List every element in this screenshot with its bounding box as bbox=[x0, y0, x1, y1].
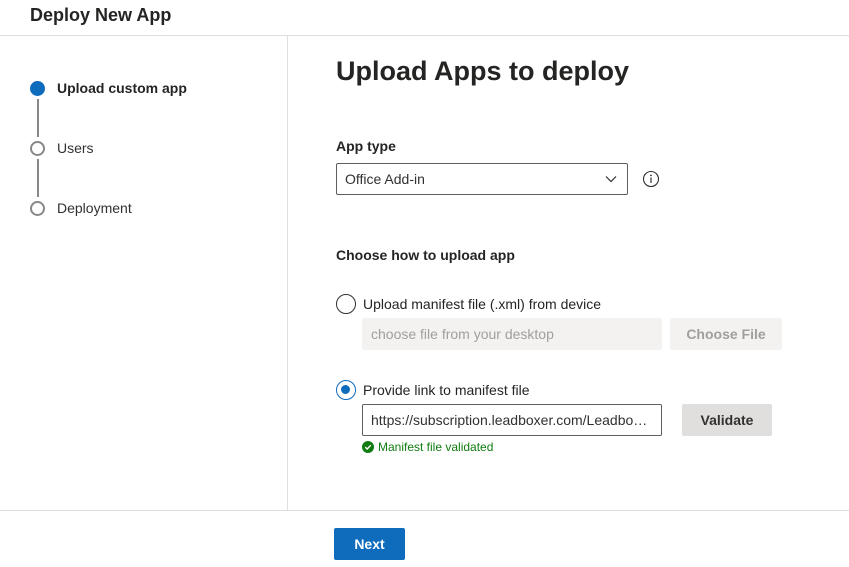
file-path-placeholder: choose file from your desktop bbox=[371, 326, 554, 342]
step-label: Deployment bbox=[57, 200, 132, 216]
step-connector bbox=[36, 159, 39, 197]
radio-provide-link[interactable]: Provide link to manifest file bbox=[336, 380, 530, 400]
radio-button-checked[interactable] bbox=[336, 380, 356, 400]
app-type-label: App type bbox=[336, 138, 396, 154]
step-upload-custom-app: Upload custom app bbox=[30, 78, 187, 98]
check-circle-icon bbox=[362, 441, 374, 453]
radio-upload-file[interactable]: Upload manifest file (.xml) from device bbox=[336, 294, 601, 314]
info-icon[interactable] bbox=[642, 170, 660, 188]
choose-file-button[interactable]: Choose File bbox=[670, 318, 782, 350]
validation-status: Manifest file validated bbox=[362, 440, 493, 454]
manifest-url-value: https://subscription.leadboxer.com/Leadb… bbox=[371, 412, 653, 428]
step-deployment: Deployment bbox=[30, 198, 132, 218]
step-label: Users bbox=[57, 140, 94, 156]
chevron-down-icon bbox=[605, 176, 617, 183]
file-path-input: choose file from your desktop bbox=[362, 318, 662, 350]
validate-button[interactable]: Validate bbox=[682, 404, 772, 436]
step-users: Users bbox=[30, 138, 94, 158]
radio-label: Provide link to manifest file bbox=[363, 382, 530, 398]
step-indicator bbox=[30, 140, 45, 156]
radio-button[interactable] bbox=[336, 294, 356, 314]
steps-panel: Upload custom app Users Deployment bbox=[0, 36, 288, 510]
main-content: Upload Apps to deploy App type Office Ad… bbox=[288, 36, 849, 510]
app-header: Deploy New App bbox=[0, 0, 849, 36]
validation-message: Manifest file validated bbox=[378, 440, 494, 454]
step-active-indicator bbox=[30, 80, 45, 96]
page-title: Upload Apps to deploy bbox=[336, 56, 629, 86]
upload-method-label: Choose how to upload app bbox=[336, 247, 515, 263]
app-type-dropdown[interactable]: Office Add-in bbox=[336, 163, 628, 195]
next-button[interactable]: Next bbox=[334, 528, 405, 560]
step-indicator bbox=[30, 200, 45, 216]
manifest-url-input[interactable]: https://subscription.leadboxer.com/Leadb… bbox=[362, 404, 662, 436]
step-label: Upload custom app bbox=[57, 80, 187, 96]
step-connector bbox=[36, 99, 39, 137]
app-type-selected-value: Office Add-in bbox=[345, 171, 425, 187]
radio-label: Upload manifest file (.xml) from device bbox=[363, 296, 602, 312]
app-title: Deploy New App bbox=[30, 5, 172, 25]
footer: Next bbox=[0, 510, 849, 567]
